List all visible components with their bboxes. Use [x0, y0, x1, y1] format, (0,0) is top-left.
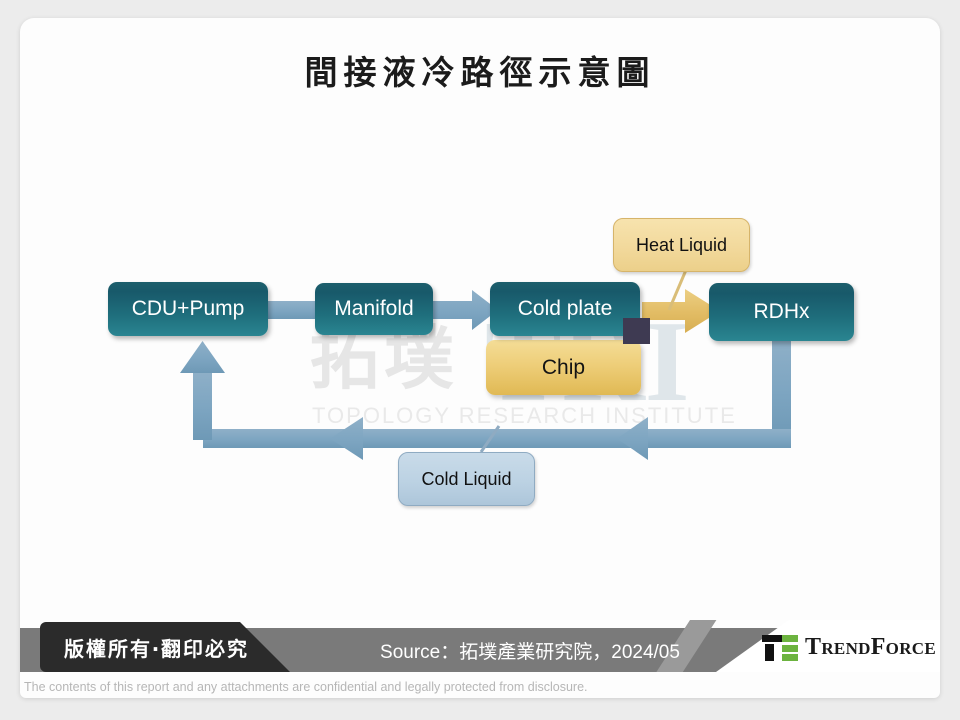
pipe-cdu-to-manifold — [268, 301, 316, 319]
arrow-manifold-to-coldplate — [433, 290, 498, 330]
arrowhead-into-cdu — [180, 341, 225, 373]
pipe-rdhx-down — [772, 338, 791, 438]
callout-cold-liquid[interactable]: Cold Liquid — [398, 452, 535, 506]
node-rdhx[interactable]: RDHx — [709, 283, 854, 341]
pipe-bottom-run — [203, 429, 791, 448]
node-manifold[interactable]: Manifold — [315, 283, 433, 335]
callout-cold-liquid-label: Cold Liquid — [421, 468, 512, 489]
copyright-text: 版權所有‧翻印必究 — [64, 636, 249, 661]
node-cdu-pump[interactable]: CDU+Pump — [108, 282, 268, 336]
callout-heat-liquid-label: Heat Liquid — [635, 234, 728, 255]
node-chip-label: Chip — [541, 355, 586, 379]
trendforce-wordmark: TrendForce — [805, 634, 936, 660]
node-rdhx-label: RDHx — [753, 300, 810, 323]
arrowhead-return-right — [617, 417, 648, 460]
footer-band: 版權所有‧翻印必究 Source：拓墣產業研究院，2024/05 TrendFo… — [20, 620, 940, 672]
slide-canvas: 間接液冷路徑示意圖 TRI 拓墣 TOPOLOGY RESEARCH INSTI… — [20, 18, 940, 698]
pipe-left-up — [193, 370, 212, 440]
callout-heat-liquid[interactable]: Heat Liquid — [613, 218, 750, 272]
trendforce-mark-icon — [762, 634, 799, 661]
node-cdu-pump-label: CDU+Pump — [131, 297, 245, 320]
chip-marker-icon — [623, 318, 650, 344]
arrowhead-return-mid — [330, 417, 363, 460]
trendforce-logo: TrendForce — [762, 634, 936, 661]
source-text: Source：拓墣產業研究院，2024/05 — [380, 641, 680, 663]
disclaimer-text: The contents of this report and any atta… — [24, 680, 588, 694]
node-manifold-label: Manifold — [334, 297, 414, 320]
node-cold-plate[interactable]: Cold plate — [490, 282, 640, 336]
node-cold-plate-label: Cold plate — [517, 297, 613, 320]
node-chip[interactable]: Chip — [486, 340, 641, 395]
